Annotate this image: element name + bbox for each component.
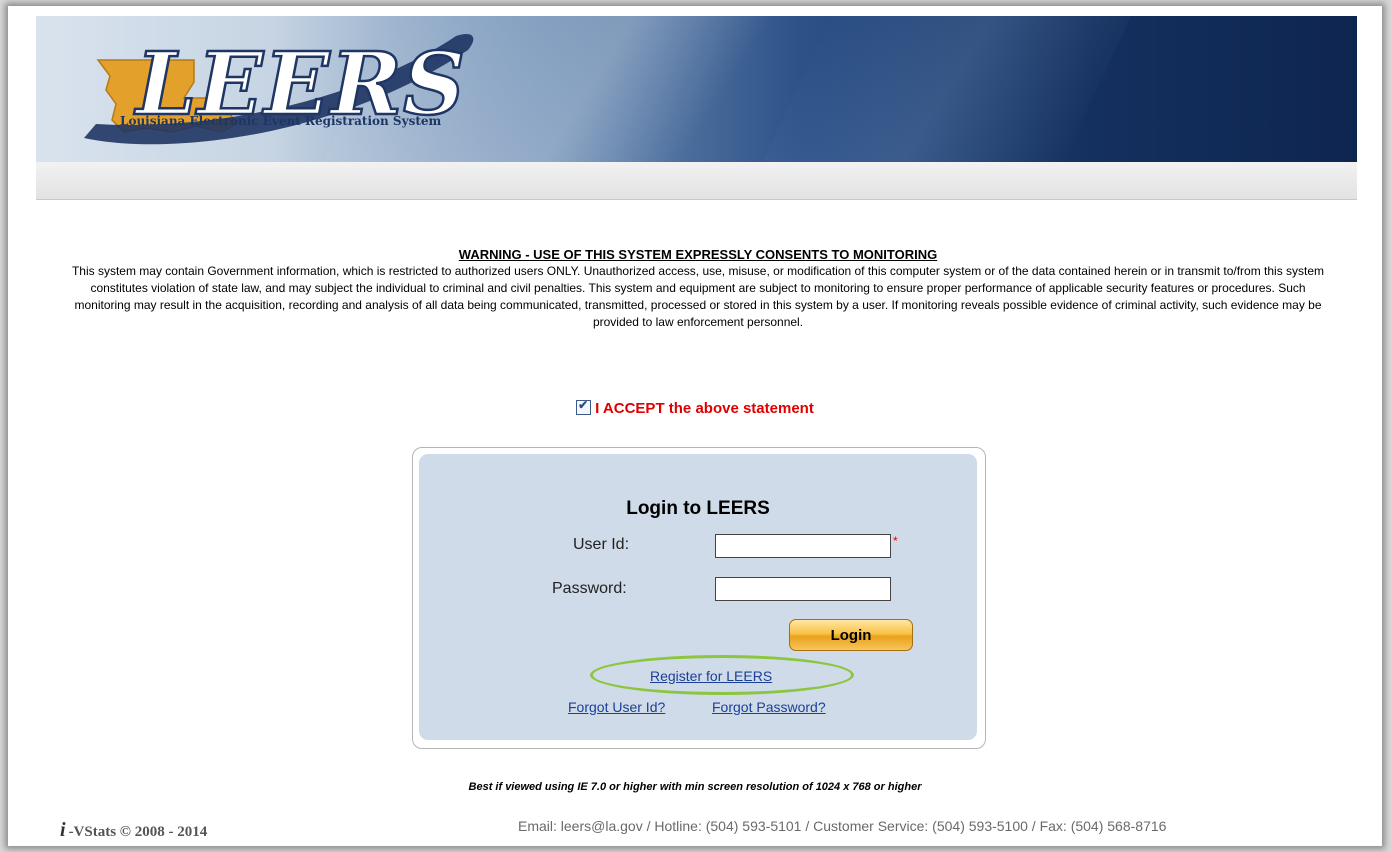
password-label: Password: bbox=[552, 580, 627, 597]
forgot-password-link[interactable]: Forgot Password? bbox=[712, 699, 826, 715]
logo-tagline: Louisiana Electronic Event Registration … bbox=[120, 114, 442, 128]
password-input[interactable] bbox=[715, 577, 891, 601]
accept-statement[interactable]: I ACCEPT the above statement bbox=[8, 398, 1382, 417]
user-id-input[interactable] bbox=[715, 534, 891, 558]
login-panel-inner: Login to LEERS User Id: * Password: Logi… bbox=[419, 454, 977, 740]
login-button[interactable]: Login bbox=[789, 619, 913, 651]
warning-notice: WARNING - USE OF THIS SYSTEM EXPRESSLY C… bbox=[68, 246, 1328, 331]
accept-checkbox[interactable] bbox=[576, 398, 592, 415]
login-title: Login to LEERS bbox=[626, 498, 770, 519]
user-id-label: User Id: bbox=[573, 536, 630, 553]
nav-bar bbox=[36, 162, 1357, 200]
required-marker: * bbox=[893, 534, 898, 548]
leers-logo: LEERS bbox=[84, 33, 474, 145]
accept-label[interactable]: I ACCEPT the above statement bbox=[595, 400, 814, 417]
warning-title: WARNING - USE OF THIS SYSTEM EXPRESSLY C… bbox=[458, 247, 938, 262]
ivstats-logo: i bbox=[60, 819, 66, 841]
forgot-user-id-link[interactable]: Forgot User Id? bbox=[568, 699, 665, 715]
browser-page: LEERS Louisiana Electronic Event Registr… bbox=[8, 6, 1382, 846]
copyright-text: -VStats © 2008 - 2014 bbox=[68, 824, 208, 840]
browser-requirement-note: Best if viewed using IE 7.0 or higher wi… bbox=[468, 781, 922, 793]
warning-body: This system may contain Government infor… bbox=[71, 264, 1325, 329]
copyright: i -VStats © 2008 - 2014 bbox=[60, 819, 207, 842]
page-margin bbox=[8, 6, 36, 846]
register-highlight-annotation bbox=[590, 655, 854, 695]
contact-info: Email: leers@la.gov / Hotline: (504) 593… bbox=[518, 818, 1167, 834]
header-banner: LEERS Louisiana Electronic Event Registr… bbox=[36, 16, 1357, 162]
login-panel: Login to LEERS User Id: * Password: Logi… bbox=[412, 447, 986, 749]
